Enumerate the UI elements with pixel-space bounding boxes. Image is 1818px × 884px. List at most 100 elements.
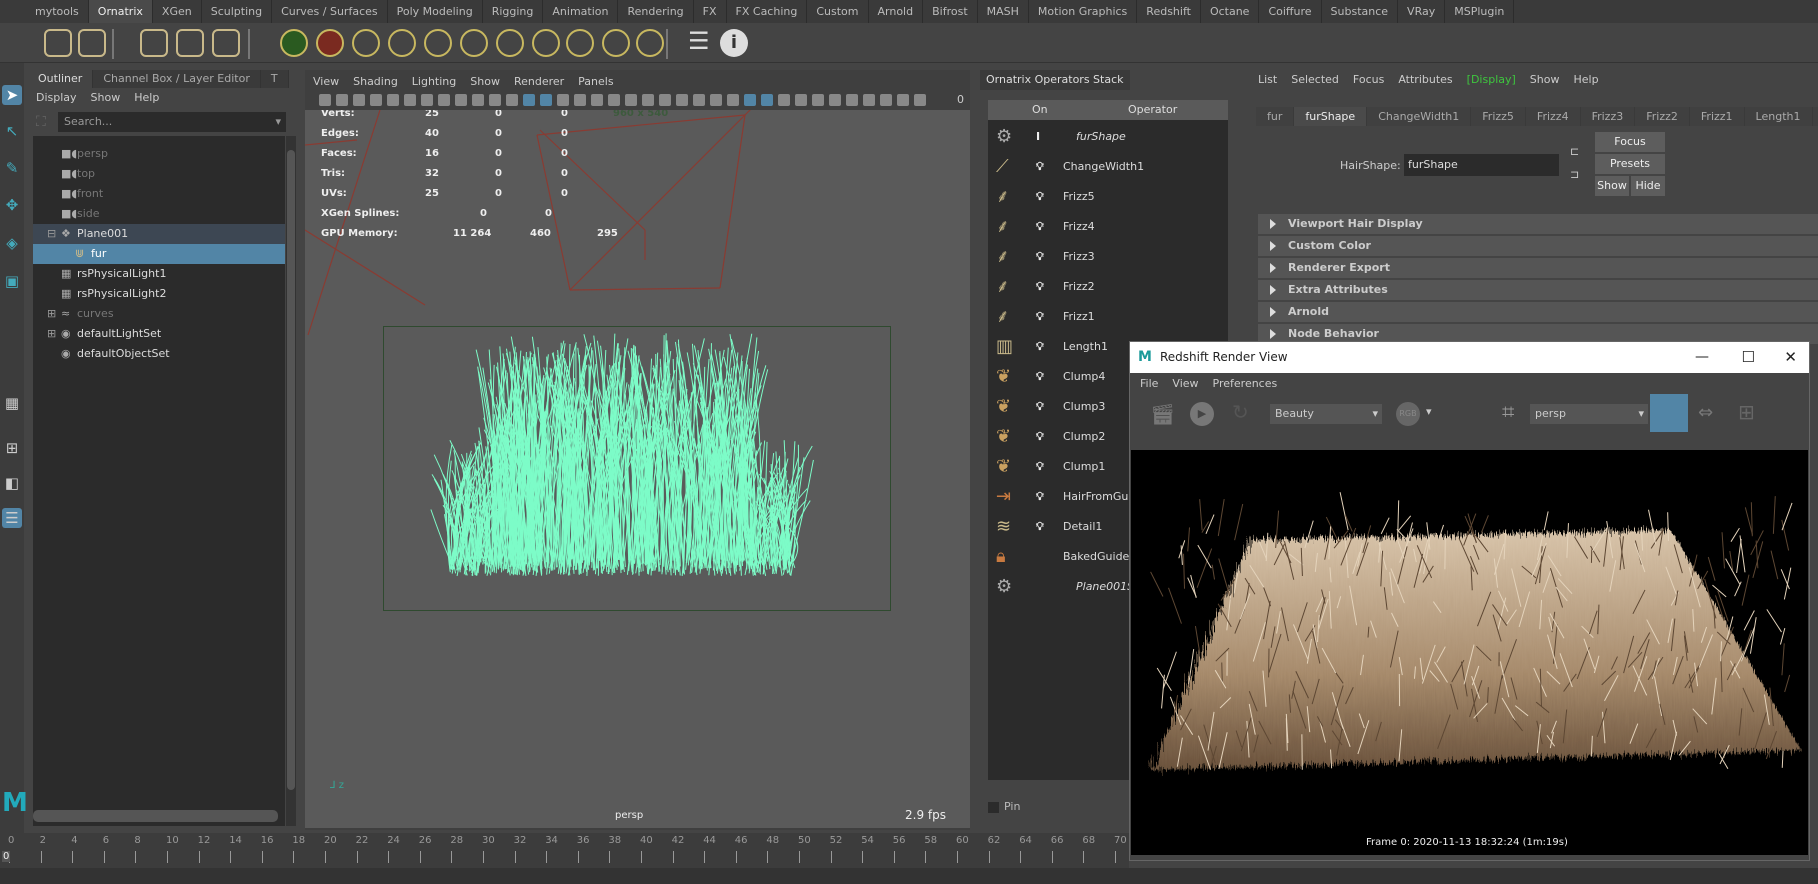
camera-dropdown[interactable]: persp ▾ bbox=[1530, 404, 1648, 424]
presets-button[interactable]: Presets bbox=[1595, 154, 1665, 174]
attr-menu-item[interactable]: Show bbox=[1530, 73, 1560, 86]
viewport-toolbar-icon[interactable] bbox=[863, 94, 875, 106]
rgb-channel-button[interactable]: RGB bbox=[1396, 402, 1420, 426]
fur-add-icon[interactable] bbox=[44, 29, 72, 57]
range-slider[interactable] bbox=[0, 868, 1818, 884]
select-output-icon[interactable]: ⊐ bbox=[1570, 168, 1579, 181]
viewport-toolbar-icon[interactable] bbox=[455, 94, 467, 106]
frizz-icon[interactable] bbox=[532, 29, 560, 57]
shelf-tab[interactable]: FX bbox=[694, 0, 727, 23]
operator-row[interactable]: ⸙ 💡︎ Frizz4 bbox=[988, 212, 1228, 242]
enabled-marker-icon[interactable]: I bbox=[1036, 122, 1040, 152]
shelf-tab[interactable]: mytools bbox=[26, 0, 89, 23]
outliner-tab[interactable]: Outliner bbox=[28, 70, 94, 88]
shelf-tab[interactable]: Poly Modeling bbox=[388, 0, 483, 23]
move-tool-icon[interactable]: ✥ bbox=[2, 195, 22, 215]
viewport-toolbar-icon[interactable] bbox=[846, 94, 858, 106]
viewport-toolbar-icon[interactable] bbox=[642, 94, 654, 106]
operator-row[interactable]: ⸙ 💡︎ Frizz2 bbox=[988, 272, 1228, 302]
expand-toggle[interactable]: ⊟ bbox=[47, 224, 56, 244]
viewport-toolbar-icon[interactable] bbox=[387, 94, 399, 106]
outliner-scrollbar[interactable] bbox=[286, 136, 296, 826]
hair-brush-icon[interactable] bbox=[212, 29, 240, 57]
outliner-search-input[interactable]: Search... ▾ bbox=[58, 112, 286, 132]
viewport-toolbar-icon[interactable] bbox=[574, 94, 586, 106]
shelf-tab[interactable]: Curves / Surfaces bbox=[272, 0, 388, 23]
attr-tab[interactable]: Frizz1 bbox=[1689, 107, 1745, 126]
comb-icon[interactable] bbox=[566, 29, 594, 57]
outliner-item[interactable]: ■◖ front bbox=[33, 184, 285, 204]
pin-checkbox[interactable] bbox=[988, 801, 999, 813]
attr-tab[interactable]: Frizz4 bbox=[1525, 107, 1581, 126]
focus-button[interactable]: Focus bbox=[1595, 132, 1665, 152]
expand-toggle[interactable]: ⊞ bbox=[47, 324, 56, 344]
bulb-toggle-icon[interactable]: 💡︎ bbox=[1036, 332, 1044, 362]
operator-row[interactable]: ⟋ 💡︎ ChangeWidth1 bbox=[988, 152, 1228, 182]
outliner-item[interactable]: ▦ rsPhysicalLight2 bbox=[33, 284, 285, 304]
attr-tab[interactable]: Cl bbox=[1812, 107, 1818, 126]
attr-section[interactable]: Viewport Hair Display bbox=[1258, 214, 1818, 234]
lasso-tool-icon[interactable]: ↖ bbox=[2, 121, 22, 141]
shelf-tab[interactable]: FX Caching bbox=[727, 0, 808, 23]
shelf-tab[interactable]: Arnold bbox=[869, 0, 924, 23]
viewport-3d-view[interactable]: Verts: 25 0 0 Edges: 40 0 0 Faces: 16 0 0 Tris: 32 0 0 U… bbox=[305, 110, 970, 828]
viewport-toolbar-icon[interactable] bbox=[829, 94, 841, 106]
operator-row[interactable]: ⸙ 💡︎ Frizz3 bbox=[988, 242, 1228, 272]
viewport-toolbar-icon[interactable] bbox=[353, 94, 365, 106]
outliner-item[interactable]: ■◖ top bbox=[33, 164, 285, 184]
attr-menu-item[interactable]: [Display] bbox=[1467, 73, 1516, 86]
detach-icon[interactable] bbox=[602, 29, 630, 57]
render-menu-item[interactable]: Preferences bbox=[1213, 377, 1278, 390]
attr-tab[interactable]: Frizz3 bbox=[1580, 107, 1636, 126]
scale-tool-icon[interactable]: ▣ bbox=[2, 271, 22, 291]
cut-icon[interactable] bbox=[388, 29, 416, 57]
layout-split-icon[interactable]: ◧ bbox=[2, 473, 22, 493]
hair-edit-icon[interactable] bbox=[176, 29, 204, 57]
attr-section[interactable]: Arnold bbox=[1258, 302, 1818, 322]
bulb-toggle-icon[interactable]: 💡︎ bbox=[1036, 302, 1044, 332]
compare-icon[interactable]: ⇔ bbox=[1698, 402, 1713, 423]
layout-four-icon[interactable]: ⊞ bbox=[2, 438, 22, 458]
clapper-icon[interactable]: 🎬︎ bbox=[1150, 402, 1175, 426]
viewport-toolbar-icon[interactable] bbox=[795, 94, 807, 106]
viewport-toolbar-icon[interactable] bbox=[880, 94, 892, 106]
grab-icon[interactable] bbox=[424, 29, 452, 57]
attr-section[interactable]: Extra Attributes bbox=[1258, 280, 1818, 300]
bulb-toggle-icon[interactable]: 💡︎ bbox=[1036, 242, 1044, 272]
crop-icon[interactable]: ⌗ bbox=[1502, 400, 1514, 425]
outliner-item[interactable]: ⊟ ❖ Plane001 bbox=[33, 224, 285, 244]
viewport-toolbar-icon[interactable] bbox=[591, 94, 603, 106]
toolbar-value[interactable]: 0 bbox=[957, 93, 964, 106]
viewport-toolbar-icon[interactable] bbox=[489, 94, 501, 106]
attr-menu-item[interactable]: Focus bbox=[1353, 73, 1384, 86]
script-icon[interactable] bbox=[636, 29, 664, 57]
viewport-toolbar-icon[interactable] bbox=[625, 94, 637, 106]
attr-menu-item[interactable]: Help bbox=[1573, 73, 1598, 86]
viewport-toolbar-icon[interactable] bbox=[370, 94, 382, 106]
grid-icon[interactable]: ⊞ bbox=[1738, 400, 1755, 424]
render-menu-item[interactable]: View bbox=[1172, 377, 1198, 390]
viewport-toolbar-icon[interactable] bbox=[608, 94, 620, 106]
bulb-toggle-icon[interactable]: 💡︎ bbox=[1036, 452, 1044, 482]
guide-curl-icon[interactable] bbox=[352, 29, 380, 57]
layout-outliner-icon[interactable]: ☰ bbox=[2, 508, 22, 528]
outliner-menu-item[interactable]: Help bbox=[134, 91, 159, 104]
operator-row[interactable]: ⸙ 💡︎ Frizz1 bbox=[988, 302, 1228, 332]
attr-tab[interactable]: Frizz2 bbox=[1635, 107, 1690, 126]
viewport-toolbar-icon[interactable] bbox=[914, 94, 926, 106]
viewport-toolbar-icon[interactable] bbox=[336, 94, 348, 106]
viewport-toolbar-icon[interactable] bbox=[676, 94, 688, 106]
viewport-toolbar-icon[interactable] bbox=[472, 94, 484, 106]
add-guide-icon[interactable] bbox=[280, 29, 308, 57]
viewport-toolbar-icon[interactable] bbox=[557, 94, 569, 106]
expand-toggle[interactable]: ⊞ bbox=[47, 304, 56, 324]
viewport-toolbar-icon[interactable] bbox=[761, 94, 773, 106]
lock-render-button[interactable] bbox=[1650, 394, 1688, 432]
bulb-toggle-icon[interactable]: 💡︎ bbox=[1036, 362, 1044, 392]
operator-row[interactable]: ⸙ 💡︎ Frizz5 bbox=[988, 182, 1228, 212]
attr-tab[interactable]: furShape bbox=[1294, 107, 1368, 126]
select-input-icon[interactable]: ⊏ bbox=[1570, 145, 1579, 158]
bulb-toggle-icon[interactable]: 💡︎ bbox=[1036, 422, 1044, 452]
shelf-tab[interactable]: Ornatrix bbox=[88, 0, 153, 23]
layout-single-icon[interactable]: ▦ bbox=[2, 393, 22, 413]
